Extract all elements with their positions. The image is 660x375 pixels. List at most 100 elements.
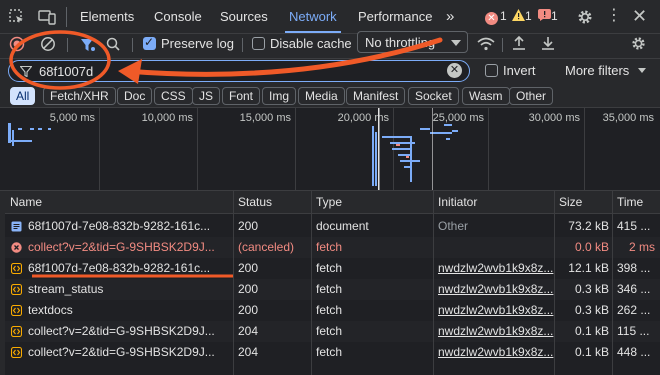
request-name: collect?v=2&tid=G-9SHBSK2D9J... xyxy=(28,240,215,254)
clear-log-icon[interactable] xyxy=(40,36,56,52)
chip-wasm[interactable]: Wasm xyxy=(462,87,510,105)
chip-manifest[interactable]: Manifest xyxy=(346,87,406,105)
column-divider[interactable] xyxy=(612,191,613,375)
request-status: 200 xyxy=(238,219,259,233)
chip-img[interactable]: Img xyxy=(262,87,297,105)
network-settings-gear-icon[interactable] xyxy=(630,35,647,52)
tab-network[interactable]: Network xyxy=(285,0,341,33)
request-name: stream_status xyxy=(28,282,104,296)
table-row[interactable]: stream_status 200 fetch nwdzlw2wvb1k9x8z… xyxy=(5,279,660,300)
inspect-element-icon[interactable] xyxy=(8,8,26,26)
column-header-initiator[interactable]: Initiator xyxy=(438,195,477,209)
tab-sources[interactable]: Sources xyxy=(220,0,268,33)
request-type: document xyxy=(316,219,369,233)
request-type: fetch xyxy=(316,345,343,359)
request-status: 204 xyxy=(238,324,259,338)
chevron-down-icon xyxy=(451,40,461,46)
fetch-icon xyxy=(11,305,22,316)
network-conditions-wifi-icon[interactable] xyxy=(477,36,495,52)
disable-cache-label[interactable]: Disable cache xyxy=(270,36,352,52)
chip-media[interactable]: Media xyxy=(298,87,345,105)
chip-fetch-xhr[interactable]: Fetch/XHR xyxy=(43,87,116,105)
request-name: 68f1007d-7e08-832b-9282-161c... xyxy=(28,219,211,233)
request-status: 200 xyxy=(238,282,259,296)
document-icon xyxy=(11,221,22,232)
error-count-badge[interactable]: ✕ 1 xyxy=(485,9,507,25)
column-header-time[interactable]: Time xyxy=(617,195,643,209)
request-status: 200 xyxy=(238,303,259,317)
chip-js[interactable]: JS xyxy=(192,87,221,105)
warning-count-badge[interactable]: 1 xyxy=(512,9,532,24)
clear-filter-icon[interactable]: ✕ xyxy=(447,63,462,78)
chip-css[interactable]: CSS xyxy=(154,87,193,105)
request-type: fetch xyxy=(316,240,343,254)
more-tabs-chevron-icon[interactable]: » xyxy=(446,0,454,33)
request-size: 0.1 kB xyxy=(574,345,609,359)
request-size: 0.1 kB xyxy=(574,324,609,338)
more-filters-button[interactable]: More filters xyxy=(565,63,646,79)
issues-icon xyxy=(538,9,551,21)
request-initiator-link[interactable]: nwdzlw2wvb1k9x8z... xyxy=(438,342,556,363)
filter-funnel-icon xyxy=(20,66,32,77)
request-status: (canceled) xyxy=(238,240,295,254)
export-har-download-icon[interactable] xyxy=(540,35,556,51)
toolbar-divider xyxy=(502,38,503,52)
invert-label[interactable]: Invert xyxy=(503,63,536,79)
filter-input-box[interactable] xyxy=(8,60,470,82)
filter-funnel-icon[interactable] xyxy=(80,37,96,53)
table-row[interactable]: collect?v=2&tid=G-9SHBSK2D9J... 204 fetc… xyxy=(5,321,660,342)
fetch-icon xyxy=(11,284,22,295)
request-name: textdocs xyxy=(28,303,73,317)
warning-count: 1 xyxy=(525,9,532,23)
throttling-select[interactable]: No throttling xyxy=(357,31,468,53)
request-time: 115 ... xyxy=(617,324,650,338)
filter-input[interactable] xyxy=(39,63,439,79)
column-header-size[interactable]: Size xyxy=(559,195,582,209)
chip-font[interactable]: Font xyxy=(222,87,261,105)
request-initiator-link[interactable]: nwdzlw2wvb1k9x8z... xyxy=(438,258,556,279)
column-header-name[interactable]: Name xyxy=(10,195,42,209)
disable-cache-checkbox[interactable] xyxy=(252,37,265,50)
import-har-upload-icon[interactable] xyxy=(511,35,527,51)
tab-elements[interactable]: Elements xyxy=(80,0,134,33)
request-initiator-link[interactable]: nwdzlw2wvb1k9x8z... xyxy=(438,321,556,342)
tab-performance[interactable]: Performance xyxy=(358,0,432,33)
column-divider[interactable] xyxy=(233,191,234,375)
table-row[interactable]: textdocs 200 fetch nwdzlw2wvb1k9x8z... 0… xyxy=(5,300,660,321)
request-size: 12.1 kB xyxy=(568,261,609,275)
request-name: collect?v=2&tid=G-9SHBSK2D9J... xyxy=(28,345,215,359)
table-row[interactable]: 68f1007d-7e08-832b-9282-161c... 200 docu… xyxy=(5,216,660,237)
column-header-type[interactable]: Type xyxy=(316,195,342,209)
request-initiator-link[interactable]: nwdzlw2wvb1k9x8z... xyxy=(438,300,556,321)
request-initiator-link[interactable]: nwdzlw2wvb1k9x8z... xyxy=(438,279,556,300)
table-row[interactable]: collect?v=2&tid=G-9SHBSK2D9J... (cancele… xyxy=(5,237,660,258)
chip-socket[interactable]: Socket xyxy=(408,87,459,105)
preserve-log-checkbox[interactable] xyxy=(143,35,156,50)
table-row[interactable]: collect?v=2&tid=G-9SHBSK2D9J... 204 fetc… xyxy=(5,342,660,363)
error-icon xyxy=(11,242,22,253)
tab-console[interactable]: Console xyxy=(154,0,202,33)
request-size: 0.3 kB xyxy=(574,282,609,296)
issues-count-badge[interactable]: 1 xyxy=(538,9,558,24)
chip-other[interactable]: Other xyxy=(509,87,554,105)
fetch-icon xyxy=(11,347,22,358)
invert-checkbox[interactable] xyxy=(485,64,498,77)
search-icon[interactable] xyxy=(105,36,121,52)
column-header-status[interactable]: Status xyxy=(238,195,272,209)
table-row[interactable]: 68f1007d-7e08-832b-9282-161c... 200 fetc… xyxy=(5,258,660,279)
customize-menu-icon[interactable]: ⋮ xyxy=(606,7,622,25)
close-devtools-icon[interactable]: ✕ xyxy=(632,6,647,26)
chip-doc[interactable]: Doc xyxy=(117,87,153,105)
more-filters-label: More filters xyxy=(565,63,630,78)
record-stop-icon[interactable] xyxy=(9,36,25,52)
column-divider[interactable] xyxy=(554,191,555,375)
request-status: 204 xyxy=(238,345,259,359)
preserve-log-label[interactable]: Preserve log xyxy=(161,36,234,52)
settings-gear-icon[interactable] xyxy=(576,8,594,26)
request-time: 346 ... xyxy=(617,282,651,296)
column-divider[interactable] xyxy=(311,191,312,375)
device-toolbar-icon[interactable] xyxy=(38,8,56,26)
request-time: 262 ... xyxy=(617,303,651,317)
column-divider[interactable] xyxy=(433,191,434,375)
chip-all[interactable]: All xyxy=(10,87,36,105)
